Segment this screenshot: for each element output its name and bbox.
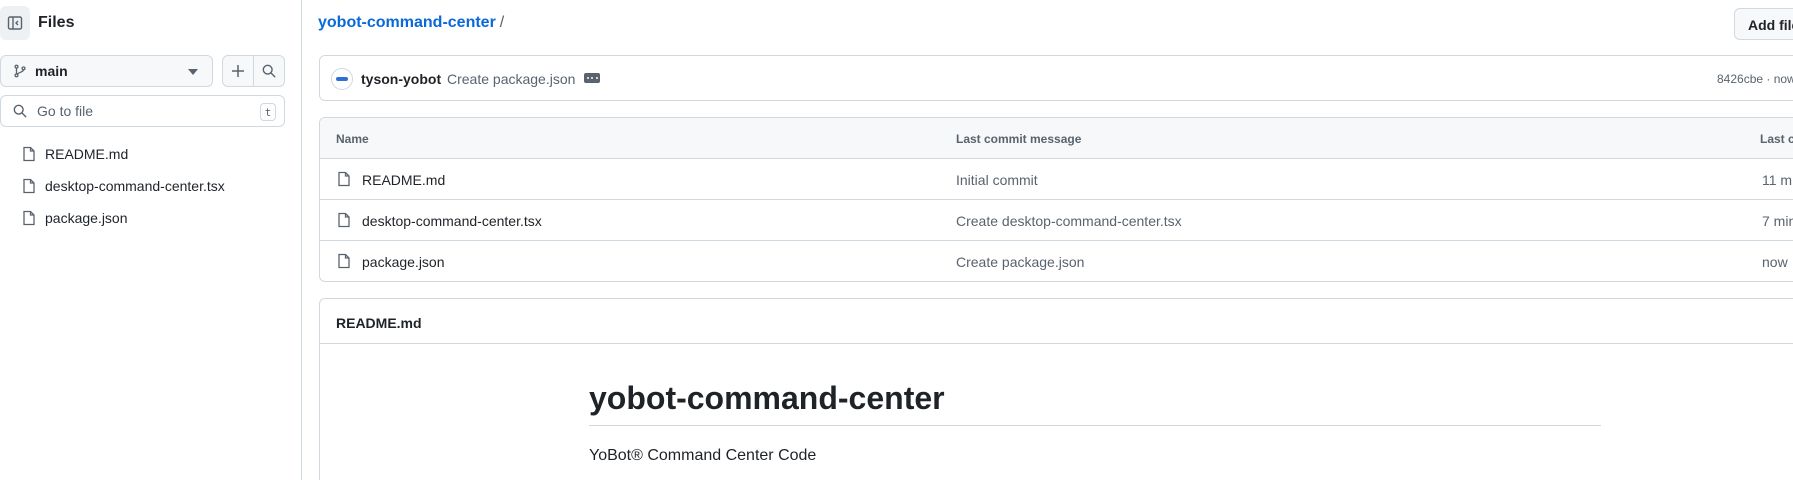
- breadcrumb: yobot-command-center /: [318, 14, 504, 32]
- file-name-link[interactable]: README.md: [362, 172, 445, 188]
- go-to-file-input[interactable]: Go to file t: [0, 95, 285, 127]
- file-icon: [338, 253, 350, 269]
- tree-item-desktop-command-center[interactable]: desktop-command-center.tsx: [22, 174, 225, 198]
- tree-item-label: package.json: [45, 210, 128, 226]
- collapse-sidebar-button[interactable]: [0, 6, 30, 40]
- commit-time: now: [1762, 254, 1788, 270]
- search-files-button[interactable]: [253, 55, 285, 87]
- avatar-logo: [336, 77, 348, 81]
- app-root: Files main Go to file t README.md deskto…: [0, 0, 1793, 480]
- add-file-button[interactable]: Add file: [1734, 8, 1793, 40]
- commit-details-button[interactable]: [584, 73, 600, 83]
- table-row: README.md Initial commit 11 minutes ago: [320, 159, 1793, 200]
- column-header-message: Last commit message: [956, 132, 1082, 146]
- commit-author[interactable]: tyson-yobot: [361, 71, 441, 87]
- ellipsis-dot: [586, 77, 589, 79]
- readme-heading: yobot-command-center: [589, 380, 1601, 426]
- table-row: package.json Create package.json now: [320, 241, 1793, 281]
- tree-item-label: README.md: [45, 146, 129, 162]
- readme-tab-label[interactable]: README.md: [336, 315, 422, 331]
- shortcut-hint: t: [260, 103, 276, 121]
- avatar[interactable]: [331, 68, 353, 90]
- ellipsis-dot: [595, 77, 598, 79]
- sidebar-collapse-icon: [7, 16, 23, 30]
- search-icon: [262, 64, 276, 78]
- readme-tab: README.md: [320, 299, 1793, 344]
- file-icon: [338, 171, 350, 187]
- table-header: Name Last commit message Last commit dat…: [320, 118, 1793, 159]
- file-name-link[interactable]: package.json: [362, 254, 445, 270]
- file-table: Name Last commit message Last commit dat…: [319, 117, 1793, 282]
- column-header-name: Name: [336, 132, 369, 146]
- tree-item-label: desktop-command-center.tsx: [45, 178, 225, 194]
- ellipsis-dot: [591, 77, 593, 79]
- commit-time: 11 minutes ago: [1762, 172, 1793, 188]
- repo-link[interactable]: yobot-command-center: [318, 14, 496, 31]
- file-name-link[interactable]: desktop-command-center.tsx: [362, 213, 542, 229]
- table-row: desktop-command-center.tsx Create deskto…: [320, 200, 1793, 241]
- main-content: yobot-command-center/ Add file tyson-yob…: [303, 0, 1793, 480]
- branch-selector[interactable]: main: [0, 55, 213, 87]
- latest-commit-bar: tyson-yobot Create package.json 8426cbe …: [319, 55, 1793, 101]
- commit-message[interactable]: Create package.json: [447, 71, 575, 87]
- tree-item-readme[interactable]: README.md: [22, 142, 128, 166]
- commit-message-link[interactable]: Create desktop-command-center.tsx: [956, 213, 1182, 229]
- search-icon: [13, 104, 27, 118]
- readme-body: YoBot® Command Center Code: [589, 447, 817, 464]
- file-icon: [23, 146, 35, 162]
- add-file-icon-button[interactable]: [222, 55, 254, 87]
- file-icon: [338, 212, 350, 228]
- commit-time: 7 minutes ago: [1762, 213, 1793, 229]
- file-icon: [23, 210, 35, 226]
- file-tree-sidebar: Files main Go to file t README.md deskto…: [0, 0, 302, 480]
- readme-panel: README.md yobot-command-center YoBot® Co…: [319, 298, 1793, 480]
- go-to-file-placeholder: Go to file: [37, 103, 94, 119]
- column-header-date: Last commit date: [1760, 132, 1793, 146]
- commit-message-link[interactable]: Initial commit: [956, 172, 1038, 188]
- file-icon: [23, 178, 35, 194]
- git-branch-icon: [14, 64, 26, 78]
- sidebar-title: Files: [38, 14, 75, 31]
- commit-hash-time[interactable]: 8426cbe · now: [1717, 72, 1793, 86]
- branch-name: main: [35, 63, 68, 79]
- commit-message-link[interactable]: Create package.json: [956, 254, 1084, 270]
- breadcrumb-separator: /: [499, 14, 505, 31]
- plus-icon: [232, 65, 244, 77]
- tree-item-package-json[interactable]: package.json: [22, 206, 128, 230]
- chevron-down-icon: [188, 69, 198, 75]
